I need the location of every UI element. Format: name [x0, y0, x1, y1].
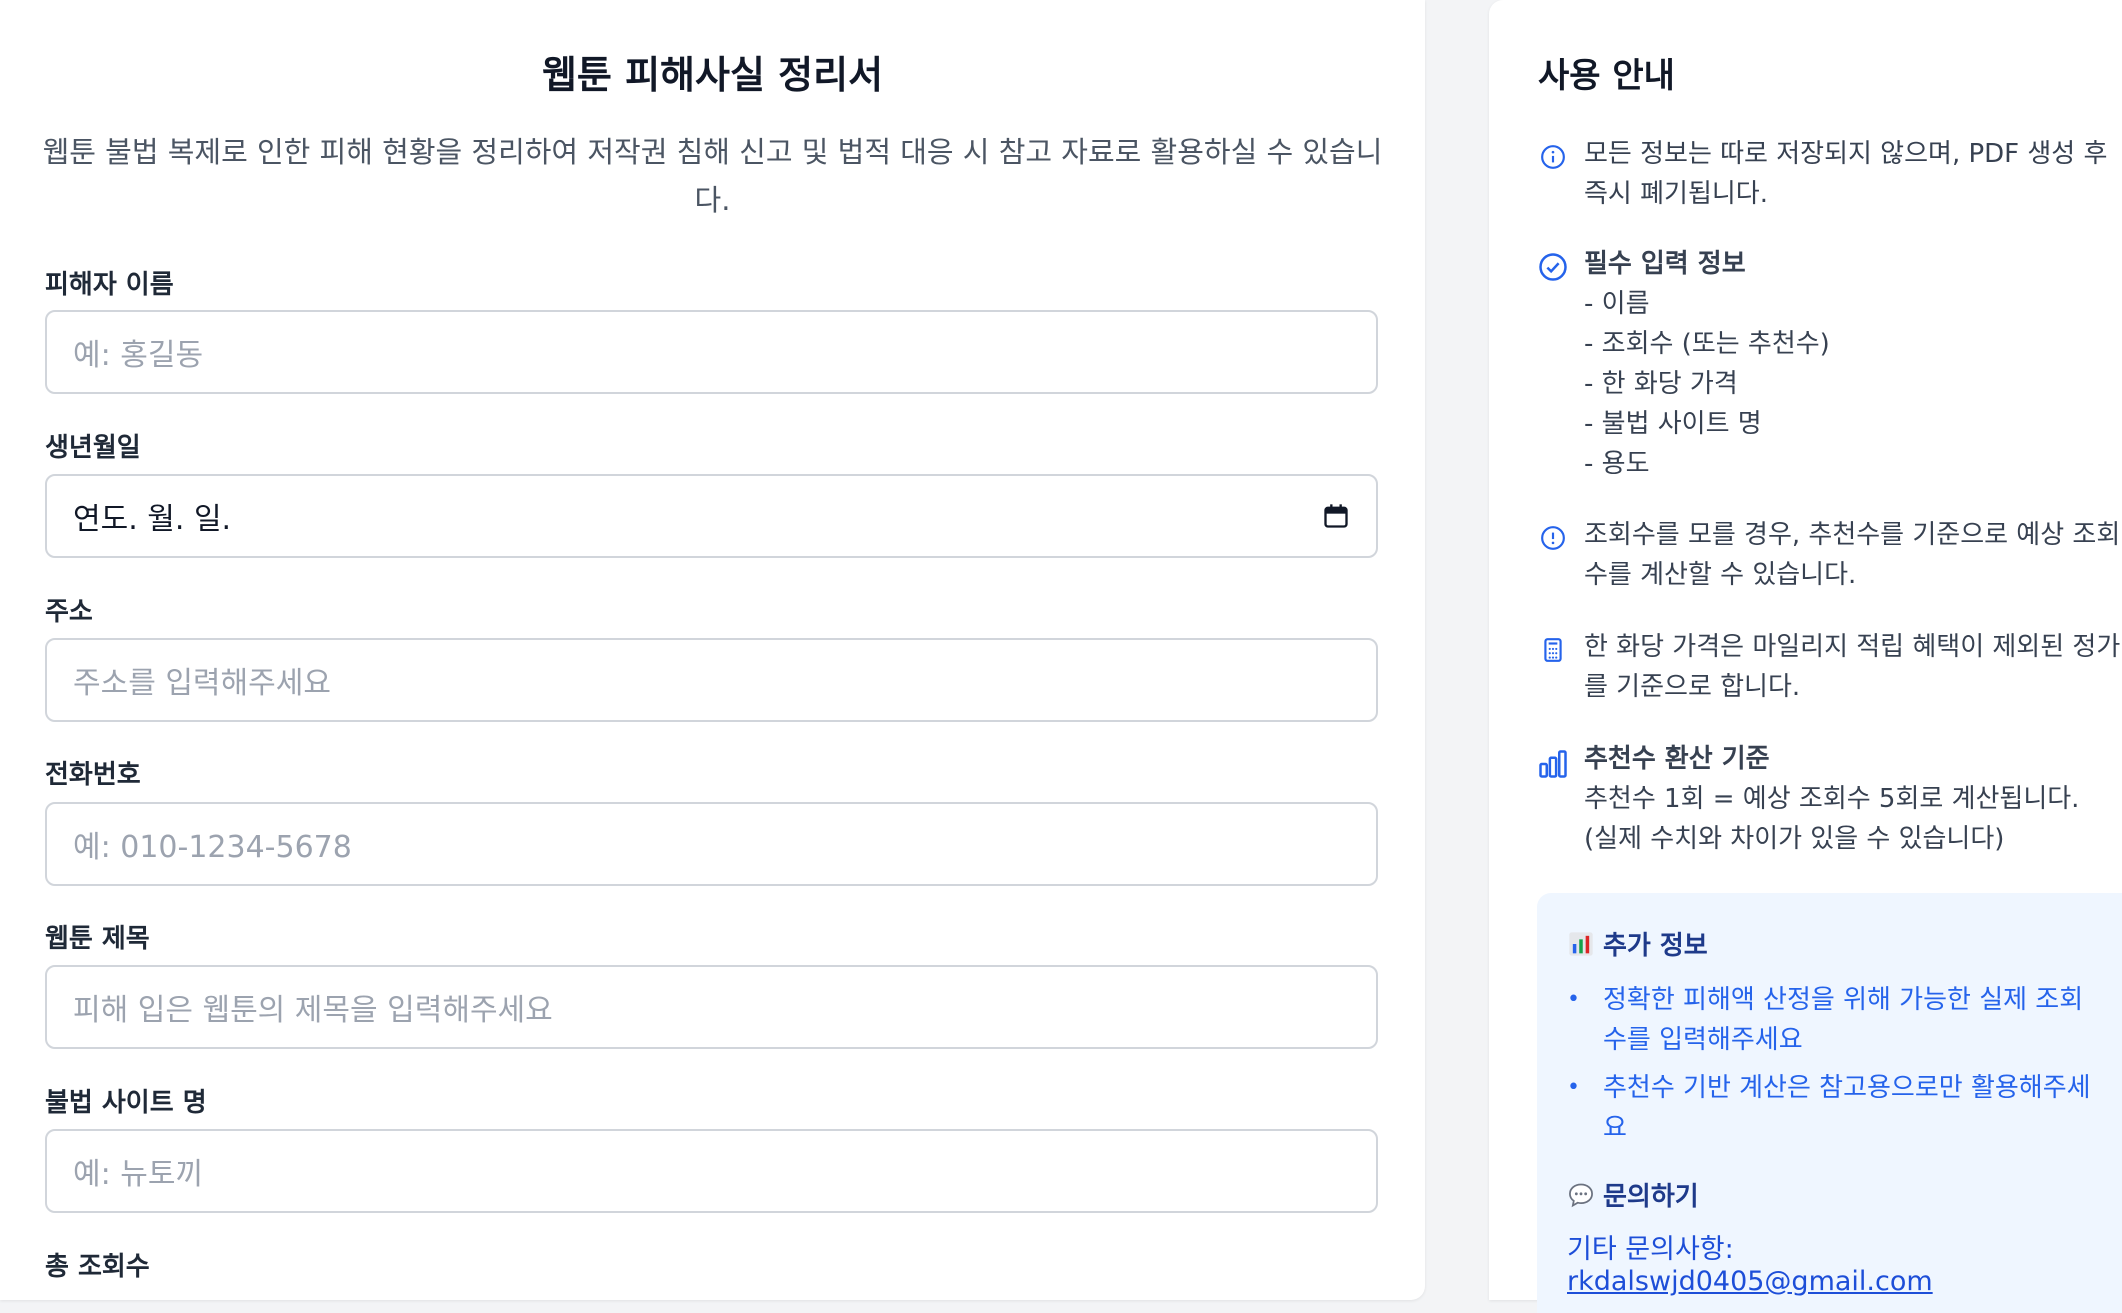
birthdate-value: 연도. 월. 일. [73, 502, 232, 537]
required-item: - 한 화당 가격 [1584, 369, 1738, 399]
total-views-label: 총 조회수 [45, 1252, 150, 1282]
list-item: • 정확한 피해액 산정을 위해 가능한 실제 조회수를 입력해주세요 [1567, 980, 2107, 1060]
price-note: 한 화당 가격은 마일리지 적립 혜택이 제외된 정가를 기준으로 합니다. [1538, 627, 2122, 707]
name-label: 피해자 이름 [45, 270, 174, 300]
phone-label: 전화번호 [45, 760, 141, 790]
alert-circle-icon [1541, 526, 1565, 550]
conversion-line: (실제 수치와 차이가 있을 수 있습니다) [1584, 824, 2005, 854]
contact-heading-row: 문의하기 [1567, 1176, 2107, 1213]
guide-title: 사용 안내 [1538, 56, 1675, 96]
list-item: • 추천수 기반 계산은 참고용으로만 활용해주세요 [1567, 1068, 2107, 1148]
extra-item-text: 추천수 기반 계산은 참고용으로만 활용해주세요 [1603, 1073, 2091, 1143]
name-input[interactable]: 예: 홍길동 [45, 310, 1378, 394]
required-item: - 불법 사이트 명 [1584, 409, 1762, 439]
price-note-text: 한 화당 가격은 마일리지 적립 혜택이 제외된 정가를 기준으로 합니다. [1584, 632, 2121, 702]
extra-item-text: 정확한 피해액 산정을 위해 가능한 실제 조회수를 입력해주세요 [1603, 985, 2084, 1055]
required-item: - 용도 [1584, 449, 1650, 479]
contact-heading: 문의하기 [1603, 1182, 1699, 1212]
webtoon-title-placeholder: 피해 입은 웹툰의 제목을 입력해주세요 [73, 993, 553, 1028]
contact-prefix: 기타 문의사항: [1567, 1234, 1734, 1265]
conversion-line: 추천수 1회 = 예상 조회수 5회로 계산됩니다. [1584, 784, 2080, 814]
views-note-text: 조회수를 모를 경우, 추천수를 기준으로 예상 조회수를 계산할 수 있습니다… [1584, 520, 2121, 590]
chart-emoji-icon [1569, 931, 1593, 956]
address-label: 주소 [45, 597, 93, 627]
info-circle-icon [1541, 145, 1565, 169]
required-info: 필수 입력 정보 - 이름 - 조회수 (또는 추천수) - 한 화당 가격 -… [1538, 244, 2122, 484]
calculator-icon [1544, 638, 1562, 662]
privacy-text: 모든 정보는 따로 저장되지 않으며, PDF 생성 후 즉시 폐기됩니다. [1584, 139, 2108, 209]
site-name-input[interactable]: 예: 뉴토끼 [45, 1129, 1378, 1213]
form-description: 웹툰 불법 복제로 인한 피해 현황을 정리하여 저작권 침해 신고 및 법적 … [42, 135, 1383, 217]
check-circle-icon [1539, 253, 1567, 281]
birthdate-label: 생년월일 [45, 433, 141, 463]
views-note: 조회수를 모를 경우, 추천수를 기준으로 예상 조회수를 계산할 수 있습니다… [1538, 515, 2122, 595]
extra-heading: 추가 정보 [1603, 931, 1708, 961]
conversion-note: 추천수 환산 기준 추천수 1회 = 예상 조회수 5회로 계산됩니다. (실제… [1538, 739, 2122, 859]
contact-line: 기타 문의사항: rkdalswjd0405@gmail.com [1567, 1227, 2107, 1297]
required-item: - 이름 [1584, 289, 1650, 319]
site-name-label: 불법 사이트 명 [45, 1088, 207, 1118]
privacy-note: 모든 정보는 따로 저장되지 않으며, PDF 생성 후 즉시 폐기됩니다. [1538, 134, 2122, 214]
phone-input[interactable]: 예: 010-1234-5678 [45, 802, 1378, 886]
extra-info-box: 추가 정보 • 정확한 피해액 산정을 위해 가능한 실제 조회수를 입력해주세… [1537, 893, 2122, 1313]
name-placeholder: 예: 홍길동 [73, 338, 204, 373]
form-title: 웹툰 피해사실 정리서 [541, 53, 884, 97]
bullet-icon: • [1567, 987, 1580, 1012]
extra-list: • 정확한 피해액 산정을 위해 가능한 실제 조회수를 입력해주세요 • 추천… [1567, 980, 2107, 1148]
site-name-placeholder: 예: 뉴토끼 [73, 1157, 204, 1192]
bullet-icon: • [1567, 1075, 1580, 1100]
extra-heading-row: 추가 정보 [1567, 925, 2107, 962]
conversion-heading: 추천수 환산 기준 [1584, 744, 1770, 774]
webtoon-title-input[interactable]: 피해 입은 웹툰의 제목을 입력해주세요 [45, 965, 1378, 1049]
phone-placeholder: 예: 010-1234-5678 [73, 830, 352, 865]
address-input[interactable]: 주소를 입력해주세요 [45, 638, 1378, 722]
required-heading: 필수 입력 정보 [1584, 249, 1746, 279]
speech-bubble-icon [1569, 1183, 1593, 1207]
address-placeholder: 주소를 입력해주세요 [73, 666, 331, 701]
contact-email-link[interactable]: rkdalswjd0405@gmail.com [1567, 1266, 1933, 1297]
required-item: - 조회수 (또는 추천수) [1584, 329, 1830, 359]
bar-chart-icon [1539, 750, 1567, 778]
webtoon-title-label: 웹툰 제목 [45, 924, 150, 954]
birthdate-input[interactable]: 연도. 월. 일. [45, 474, 1378, 558]
calendar-icon[interactable] [1322, 502, 1350, 530]
